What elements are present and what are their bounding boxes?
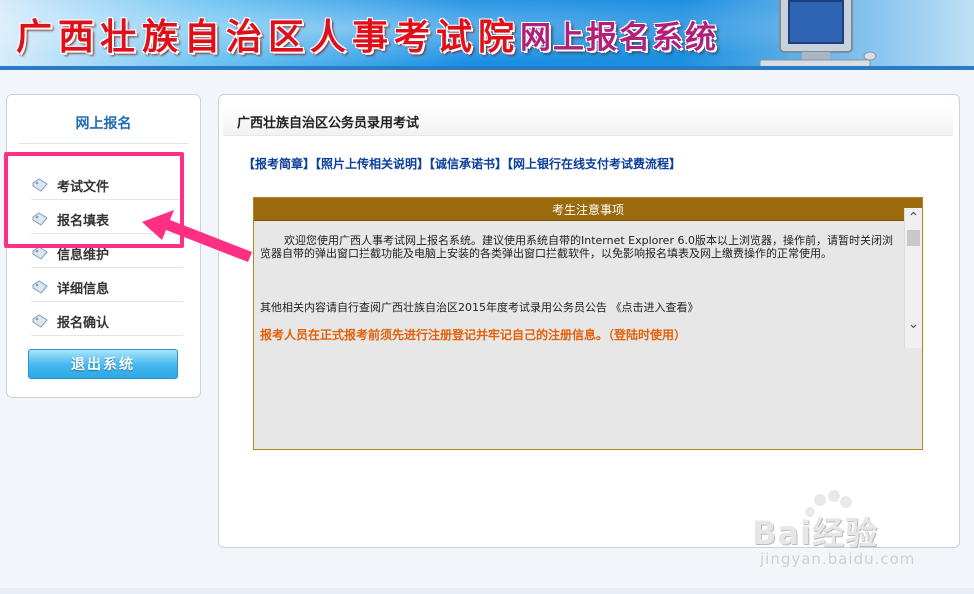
- notice-scrollbar[interactable]: ⌃ ⌄: [904, 208, 922, 348]
- link-exam-guide[interactable]: 【报考简章】: [243, 157, 315, 171]
- link-integrity-pledge[interactable]: 【诚信承诺书】: [429, 157, 507, 171]
- sidebar-item-details[interactable]: 详细信息: [31, 273, 183, 302]
- page-title: 广西壮族自治区公务员录用考试: [237, 116, 420, 131]
- notice-box: 考生注意事项 欢迎您使用广西人事考试网上报名系统。建议使用系统自带的Intern…: [253, 197, 923, 450]
- tag-icon: [32, 280, 48, 294]
- chevron-down-icon[interactable]: ⌄: [905, 316, 922, 332]
- notice-paragraph-browser: 欢迎您使用广西人事考试网上报名系统。建议使用系统自带的Internet Expl…: [260, 234, 893, 260]
- sidebar-divider: [19, 143, 188, 144]
- main-panel: 广西壮族自治区公务员录用考试 【报考简章】【照片上传相关说明】【诚信承诺书】【网…: [218, 94, 960, 548]
- watermark-url: jingyan.baidu.com: [760, 550, 916, 568]
- tag-icon: [32, 246, 48, 260]
- notice-paragraph-warning: 报考人员在正式报考前须先进行注册登记并牢记自己的注册信息。（登陆时使用）: [260, 328, 687, 342]
- header-banner: 广西壮族自治区人事考试院 网上报名系统: [0, 0, 974, 70]
- sidebar-item-confirm[interactable]: 报名确认: [31, 307, 183, 336]
- banner-title: 广西壮族自治区人事考试院: [16, 16, 521, 58]
- logout-button[interactable]: 退出系统: [28, 349, 178, 379]
- scrollbar-thumb[interactable]: [907, 230, 920, 246]
- link-online-payment[interactable]: 【网上银行在线支付考试费流程】: [507, 157, 681, 171]
- sidebar-heading: 网上报名: [75, 116, 132, 132]
- computer-icon: [759, 0, 877, 69]
- watermark-brand: Bai经验: [752, 514, 878, 552]
- links-bar: 【报考简章】【照片上传相关说明】【诚信承诺书】【网上银行在线支付考试费流程】: [243, 155, 681, 172]
- tag-icon: [32, 314, 48, 328]
- banner-strip: [0, 66, 974, 70]
- notice-paragraph-announcement[interactable]: 其他相关内容请自行查阅广西壮族自治区2015年度考试录用公务员公告 《点击进入查…: [260, 299, 900, 315]
- sidebar-item-label: 报名确认: [57, 315, 110, 331]
- link-photo-upload[interactable]: 【照片上传相关说明】: [315, 157, 429, 171]
- sidebar-item-label: 详细信息: [57, 281, 110, 297]
- footer-line: [0, 588, 974, 594]
- chevron-up-icon[interactable]: ⌃: [905, 210, 922, 226]
- pointer-arrow-icon: [142, 210, 252, 262]
- notice-heading: 考生注意事项: [254, 198, 922, 221]
- banner-subtitle: 网上报名系统: [520, 20, 718, 56]
